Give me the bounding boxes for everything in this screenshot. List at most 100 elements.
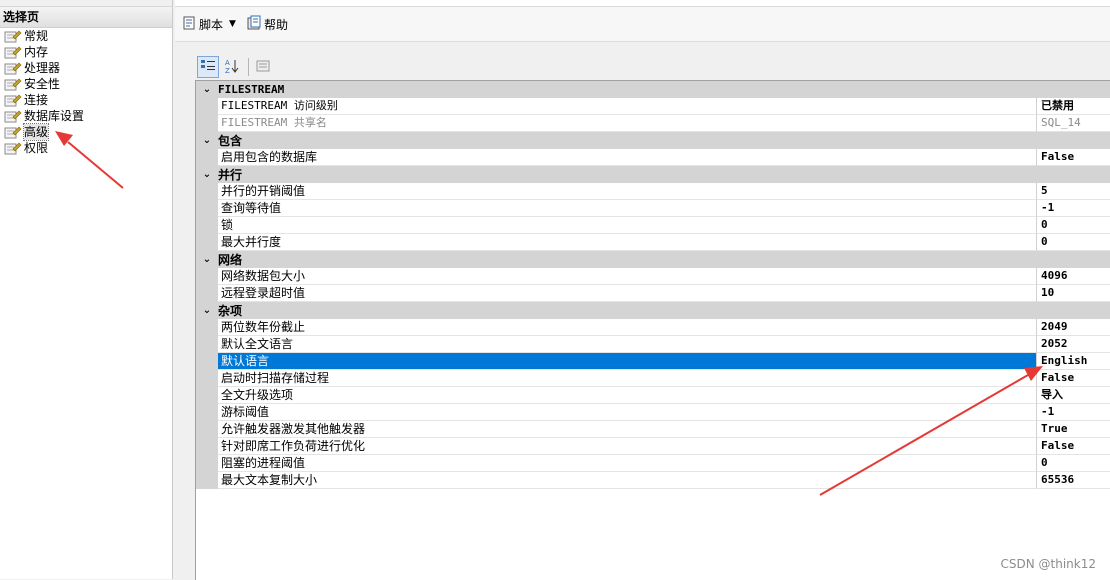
category-title: 包含	[218, 134, 243, 148]
page-item[interactable]: 内存	[0, 44, 172, 60]
categorized-icon	[200, 58, 216, 77]
property-value[interactable]: 2052	[1037, 336, 1110, 353]
property-value[interactable]: 0	[1037, 217, 1110, 234]
property-row[interactable]: 允许触发器激发其他触发器 True	[196, 421, 1110, 438]
row-margin	[196, 268, 218, 285]
chevron-down-icon[interactable]: ▼	[229, 19, 236, 29]
property-value[interactable]: False	[1037, 370, 1110, 387]
row-margin	[196, 200, 218, 217]
property-name: 允许触发器激发其他触发器	[218, 421, 1037, 438]
category-row[interactable]: ⌄ 网络	[196, 251, 1110, 268]
property-row[interactable]: 远程登录超时值 10	[196, 285, 1110, 302]
row-margin	[196, 319, 218, 336]
property-value[interactable]: 2049	[1037, 319, 1110, 336]
property-row[interactable]: FILESTREAM 共享名 SQL_14	[196, 115, 1110, 132]
property-name: 最大并行度	[218, 234, 1037, 251]
collapse-icon[interactable]: ⌄	[196, 254, 218, 265]
page-item[interactable]: 连接	[0, 92, 172, 108]
property-row[interactable]: 游标阈值 -1	[196, 404, 1110, 421]
property-row[interactable]: 最大文本复制大小 65536	[196, 472, 1110, 489]
property-value[interactable]: 0	[1037, 455, 1110, 472]
row-margin	[196, 115, 218, 132]
properties-area: 脚本 ▼ 帮助 A Z ⌄ FILESTREAM FILESTREAM 访问级别…	[175, 0, 1110, 580]
toolbar-separator	[248, 58, 249, 76]
row-margin	[196, 472, 218, 489]
wrench-page-icon	[4, 125, 22, 139]
row-margin	[196, 217, 218, 234]
property-value[interactable]: 0	[1037, 234, 1110, 251]
page-item[interactable]: 权限	[0, 140, 172, 156]
property-name: 默认语言	[218, 353, 1037, 370]
property-row[interactable]: 网络数据包大小 4096	[196, 268, 1110, 285]
page-item-label: 常规	[24, 29, 49, 43]
page-item[interactable]: 安全性	[0, 76, 172, 92]
alphabetical-view-button[interactable]: A Z	[221, 56, 243, 78]
property-name: 最大文本复制大小	[218, 472, 1037, 489]
property-row[interactable]: 阻塞的进程阈值 0	[196, 455, 1110, 472]
left-top-strip	[0, 0, 172, 7]
property-value[interactable]: 已禁用	[1037, 98, 1110, 115]
categorized-view-button[interactable]	[197, 56, 219, 78]
page-item[interactable]: 高级	[0, 123, 172, 141]
property-row[interactable]: 启动时扫描存储过程 False	[196, 370, 1110, 387]
property-row[interactable]: 两位数年份截止 2049	[196, 319, 1110, 336]
script-button[interactable]: 脚本 ▼	[181, 13, 236, 35]
wrench-page-icon	[4, 77, 22, 91]
page-item-label: 权限	[24, 141, 49, 155]
property-row[interactable]: 查询等待值 -1	[196, 200, 1110, 217]
property-value[interactable]: False	[1037, 438, 1110, 455]
select-page-panel: 选择页 常规 内存 处理器 安全性 连接 数据库设置 高级 权限	[0, 0, 173, 579]
row-margin	[196, 234, 218, 251]
wrench-page-icon	[4, 61, 22, 75]
property-value[interactable]: SQL_14	[1037, 115, 1110, 132]
page-item-label: 安全性	[24, 77, 61, 91]
property-name: 远程登录超时值	[218, 285, 1037, 302]
category-row[interactable]: ⌄ 杂项	[196, 302, 1110, 319]
watermark: CSDN @think12	[1000, 557, 1097, 571]
property-name: 并行的开销阈值	[218, 183, 1037, 200]
property-name: 默认全文语言	[218, 336, 1037, 353]
category-row[interactable]: ⌄ FILESTREAM	[196, 81, 1110, 98]
property-value[interactable]: English	[1037, 353, 1110, 370]
wrench-page-icon	[4, 93, 22, 107]
category-title: 并行	[218, 168, 243, 182]
property-row[interactable]: 默认语言 English	[196, 353, 1110, 370]
page-item[interactable]: 处理器	[0, 60, 172, 76]
property-row[interactable]: 默认全文语言 2052	[196, 336, 1110, 353]
property-row[interactable]: 针对即席工作负荷进行优化 False	[196, 438, 1110, 455]
property-row[interactable]: 锁0	[196, 217, 1110, 234]
property-row[interactable]: FILESTREAM 访问级别 已禁用	[196, 98, 1110, 115]
page-item[interactable]: 数据库设置	[0, 108, 172, 124]
property-value[interactable]: 10	[1037, 285, 1110, 302]
collapse-icon[interactable]: ⌄	[196, 84, 218, 95]
property-value[interactable]: True	[1037, 421, 1110, 438]
property-row[interactable]: 并行的开销阈值 5	[196, 183, 1110, 200]
page-item[interactable]: 常规	[0, 28, 172, 44]
property-value[interactable]: 65536	[1037, 472, 1110, 489]
property-row[interactable]: 最大并行度 0	[196, 234, 1110, 251]
collapse-icon[interactable]: ⌄	[196, 135, 218, 146]
row-margin	[196, 421, 218, 438]
right-top-strip	[175, 0, 1110, 7]
property-name: 启动时扫描存储过程	[218, 370, 1037, 387]
property-name: 游标阈值	[218, 404, 1037, 421]
script-icon	[181, 15, 199, 34]
property-pages-button[interactable]	[252, 56, 274, 78]
property-row[interactable]: 全文升级选项 导入	[196, 387, 1110, 404]
property-row[interactable]: 启用包含的数据库 False	[196, 149, 1110, 166]
collapse-icon[interactable]: ⌄	[196, 169, 218, 180]
category-row[interactable]: ⌄ 并行	[196, 166, 1110, 183]
category-row[interactable]: ⌄ 包含	[196, 132, 1110, 149]
property-value[interactable]: 5	[1037, 183, 1110, 200]
help-button[interactable]: 帮助	[246, 13, 288, 35]
collapse-icon[interactable]: ⌄	[196, 305, 218, 316]
property-value[interactable]: -1	[1037, 200, 1110, 217]
page-item-label: 数据库设置	[24, 109, 85, 123]
property-value[interactable]: False	[1037, 149, 1110, 166]
select-page-header: 选择页	[0, 7, 172, 28]
property-value[interactable]: 4096	[1037, 268, 1110, 285]
property-name: 锁	[218, 217, 1037, 234]
property-value[interactable]: 导入	[1037, 387, 1110, 404]
property-value[interactable]: -1	[1037, 404, 1110, 421]
help-label: 帮助	[263, 17, 288, 32]
